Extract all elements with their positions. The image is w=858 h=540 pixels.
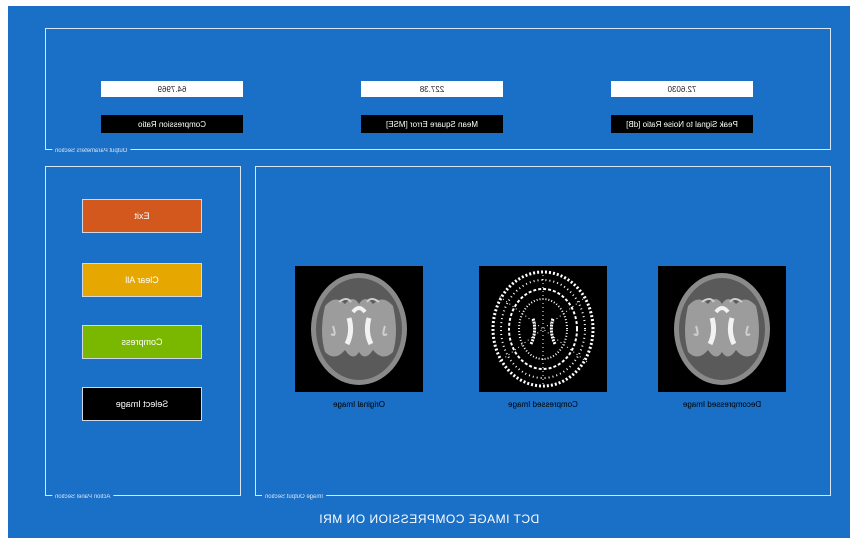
original-image-caption: Original Image xyxy=(332,400,386,409)
psnr-label: Peak Signal to Noise Ratio [dB] xyxy=(611,115,753,133)
image-output-panel: Image Output Section Original Image Comp… xyxy=(255,166,831,500)
output-parameters-section-label: Output Parameters Section xyxy=(52,148,131,154)
compression-ratio-value: 64.7969 xyxy=(101,81,243,97)
brain-mri-compressed-icon xyxy=(479,266,607,392)
brain-mri-decompressed-icon xyxy=(658,266,786,392)
compressed-image-caption: Compressed Image xyxy=(508,400,578,409)
action-panel: Action Panel Section Exit Clear All Comp… xyxy=(45,166,241,500)
brain-mri-original-icon xyxy=(295,266,423,392)
compressed-image xyxy=(479,266,607,392)
exit-button[interactable]: Exit xyxy=(82,199,202,233)
select-image-button[interactable]: Select Image xyxy=(82,387,202,421)
clear-all-button[interactable]: Clear All xyxy=(82,263,202,297)
decompressed-image-caption: Decompressed Image xyxy=(682,400,762,409)
compress-button[interactable]: Compress xyxy=(82,325,202,359)
image-output-section-label: Image Output Section xyxy=(262,494,327,500)
app-title: DCT IMAGE COMPRESSION ON MRI xyxy=(318,512,540,526)
decompressed-image xyxy=(658,266,786,392)
original-image xyxy=(295,266,423,392)
app-window: Output Parameters Section 64.7969 Compre… xyxy=(8,6,850,538)
psnr-value: 72.6030 xyxy=(611,81,753,97)
action-panel-section-label: Action Panel Section xyxy=(52,494,114,500)
compression-ratio-label: Compression Ratio xyxy=(101,115,243,133)
output-parameters-panel: Output Parameters Section 64.7969 Compre… xyxy=(45,28,831,154)
mse-label: Mean Square Error [MSE] xyxy=(361,115,503,133)
mse-value: 227.38 xyxy=(361,81,503,97)
